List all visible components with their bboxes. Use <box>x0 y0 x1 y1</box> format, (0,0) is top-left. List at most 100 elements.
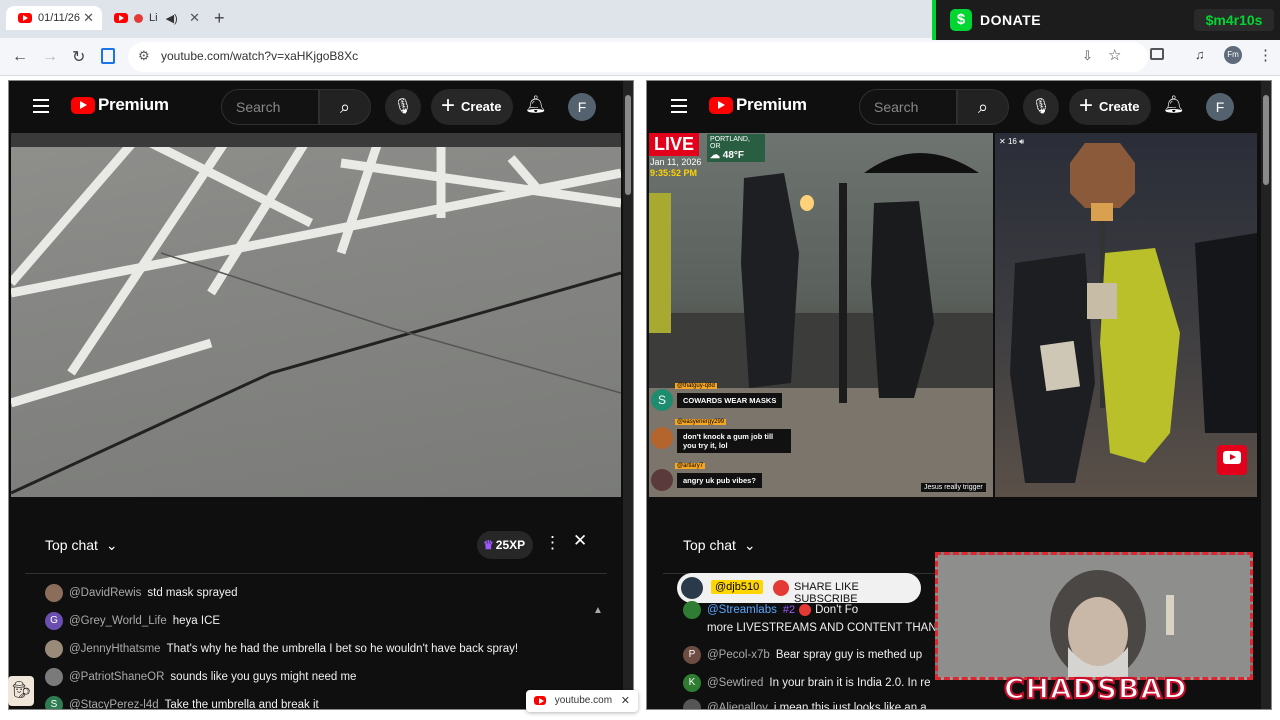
chat-username[interactable]: @DavidRewis <box>69 587 141 599</box>
chat-username[interactable]: @Streamlabs <box>707 604 777 616</box>
microphone-icon[interactable]: 🎙︎ <box>385 89 421 125</box>
overlay-chat-message: @artlary7 angry uk pub vibes? <box>651 463 801 493</box>
browser-tab-active[interactable]: 01/11/26 ✕ <box>6 6 102 30</box>
pinned-username: @djb510 <box>711 580 764 594</box>
avatar <box>45 584 63 602</box>
chat-message: @PatriotShaneOR sounds like you guys mig… <box>45 666 356 688</box>
tab-title: Li <box>149 12 158 24</box>
menu-dots-icon[interactable]: ⋮ <box>1258 46 1273 64</box>
chat-text: Bear spray guy is methed up <box>775 649 923 661</box>
close-toast-icon[interactable]: ✕ <box>621 694 630 707</box>
youtube-premium-logo[interactable]: Premium <box>71 95 169 115</box>
chat-scroll-up-icon[interactable]: ▲ <box>593 605 603 616</box>
live-badge: LIVE <box>649 133 700 156</box>
logo-text: Premium <box>98 95 169 114</box>
hamburger-menu-icon[interactable] <box>671 99 687 117</box>
avatar: S <box>45 696 63 709</box>
search-icon[interactable]: ⌕ <box>957 89 1009 125</box>
account-avatar[interactable]: F <box>568 93 596 121</box>
avatar <box>681 577 703 599</box>
chat-username[interactable]: @Alienalloy <box>707 702 768 709</box>
hamburger-menu-icon[interactable] <box>33 99 49 117</box>
overlay-chat-message: @easyenergy299 don't knock a gum job til… <box>651 419 801 459</box>
overlay-chat-text: COWARDS WEAR MASKS <box>677 393 783 408</box>
chevron-down-icon: ⌄ <box>105 537 118 553</box>
bookmark-star-icon[interactable]: ☆ <box>1108 46 1121 64</box>
forward-arrow-icon[interactable]: → <box>42 48 58 66</box>
url-text[interactable]: youtube.com/watch?v=xaHKjgoB8Xc <box>161 49 358 63</box>
back-arrow-icon[interactable]: ← <box>12 48 28 66</box>
left-youtube-window: Premium Search ⌕ 🎙︎ Create 🔔︎ F <box>8 80 634 710</box>
top-chat-dropdown[interactable]: Top chat ⌄ <box>45 537 118 554</box>
search-input[interactable]: Search <box>859 89 957 125</box>
search-icon[interactable]: ⌕ <box>319 89 371 125</box>
webcam-feed <box>938 555 1250 677</box>
chat-text: Don't Fo <box>815 604 859 616</box>
create-button[interactable]: Create <box>1069 89 1151 125</box>
scrollbar[interactable] <box>1261 81 1271 709</box>
browser-tab-2[interactable]: Li ◀︎) ✕ <box>114 6 206 30</box>
video-player[interactable]: LIVE PORTLAND, OR ☁︎ 48°F Jan 11, 2026 9… <box>649 133 993 497</box>
reload-icon[interactable]: ↻ <box>72 47 85 67</box>
avatar <box>45 668 63 686</box>
chat-username[interactable]: @Grey_World_Life <box>69 615 167 627</box>
chat-username[interactable]: @StacyPerez-l4d <box>69 699 159 709</box>
divider <box>25 573 607 574</box>
donate-label: DONATE <box>980 12 1042 28</box>
youtube-favicon-icon <box>534 695 546 705</box>
notifications-bell-icon[interactable]: 🔔︎ <box>525 95 547 115</box>
avatar: S <box>651 389 673 411</box>
recording-icon <box>134 13 143 23</box>
chat-message-continued: more LIVESTREAMS AND CONTENT THAN <box>707 617 937 639</box>
chat-username[interactable]: @Sewtired <box>707 677 763 689</box>
xp-badge[interactable]: ♛ 25XP <box>477 531 533 559</box>
overlay-chat-text: don't knock a gum job till you try it, l… <box>677 429 791 453</box>
youtube-premium-logo[interactable]: Premium <box>709 95 807 115</box>
site-toast: youtube.com ✕ <box>526 690 638 712</box>
chat-text: sounds like you guys might need me <box>170 671 357 683</box>
notifications-bell-icon[interactable]: 🔔︎ <box>1163 95 1185 115</box>
avatar <box>683 601 701 619</box>
microphone-icon[interactable]: 🎙︎ <box>1023 89 1059 125</box>
scrollbar[interactable] <box>623 81 633 709</box>
record-icon <box>799 604 812 616</box>
new-tab-icon[interactable]: + <box>214 8 225 29</box>
scrollbar-thumb[interactable] <box>625 95 631 195</box>
chat-username[interactable]: @JennyHthatsme <box>69 643 161 655</box>
close-chat-icon[interactable]: ✕ <box>573 531 587 551</box>
record-icon <box>773 580 789 596</box>
site-info-icon[interactable]: ⚙ <box>138 48 150 64</box>
split-view-icon[interactable] <box>1150 48 1164 60</box>
account-avatar[interactable]: F <box>1206 93 1234 121</box>
overlay-chat-text: angry uk pub vibes? <box>677 473 762 488</box>
scrollbar-thumb[interactable] <box>1263 95 1269 185</box>
chat-message: @JennyHthatsme That's why he had the umb… <box>45 638 518 660</box>
stream-scene-right <box>1010 143 1257 483</box>
subscribe-logo-icon[interactable] <box>1217 445 1247 475</box>
profile-avatar[interactable]: Fm <box>1224 46 1242 64</box>
avatar: K <box>683 674 701 692</box>
install-app-icon[interactable]: ⇩ <box>1082 48 1093 64</box>
top-chat-dropdown[interactable]: Top chat ⌄ <box>683 537 756 554</box>
media-control-icon[interactable]: ♫ <box>1195 47 1205 62</box>
more-options-icon[interactable]: ⋮ <box>544 533 561 553</box>
stream-caption: Jesus really trigger <box>921 483 986 492</box>
create-button[interactable]: Create <box>431 89 513 125</box>
chat-username[interactable]: @Pecol-x7b <box>707 649 770 661</box>
video-player-secondary[interactable]: ✕ 16 🔊︎ <box>995 133 1257 497</box>
viewer-count: ✕ 16 🔊︎ <box>999 137 1025 146</box>
close-tab-icon[interactable]: ✕ <box>83 10 94 26</box>
chat-message: @DavidRewis std mask sprayed <box>45 582 238 604</box>
sidebar-icon[interactable] <box>101 48 115 64</box>
video-player[interactable] <box>11 133 621 497</box>
chat-text: std mask sprayed <box>147 587 238 599</box>
avatar <box>683 699 701 709</box>
chat-username[interactable]: @PatriotShaneOR <box>69 671 164 683</box>
search-input[interactable]: Search <box>221 89 319 125</box>
close-tab-icon[interactable]: ✕ <box>189 10 200 26</box>
stream-time: 9:35:52 PM <box>650 168 698 178</box>
avatar <box>651 469 673 491</box>
streamer-mascot-icon: 🕵︎ <box>8 676 34 706</box>
logo-text: Premium <box>736 95 807 114</box>
speaker-icon[interactable]: ◀︎) <box>166 12 178 25</box>
